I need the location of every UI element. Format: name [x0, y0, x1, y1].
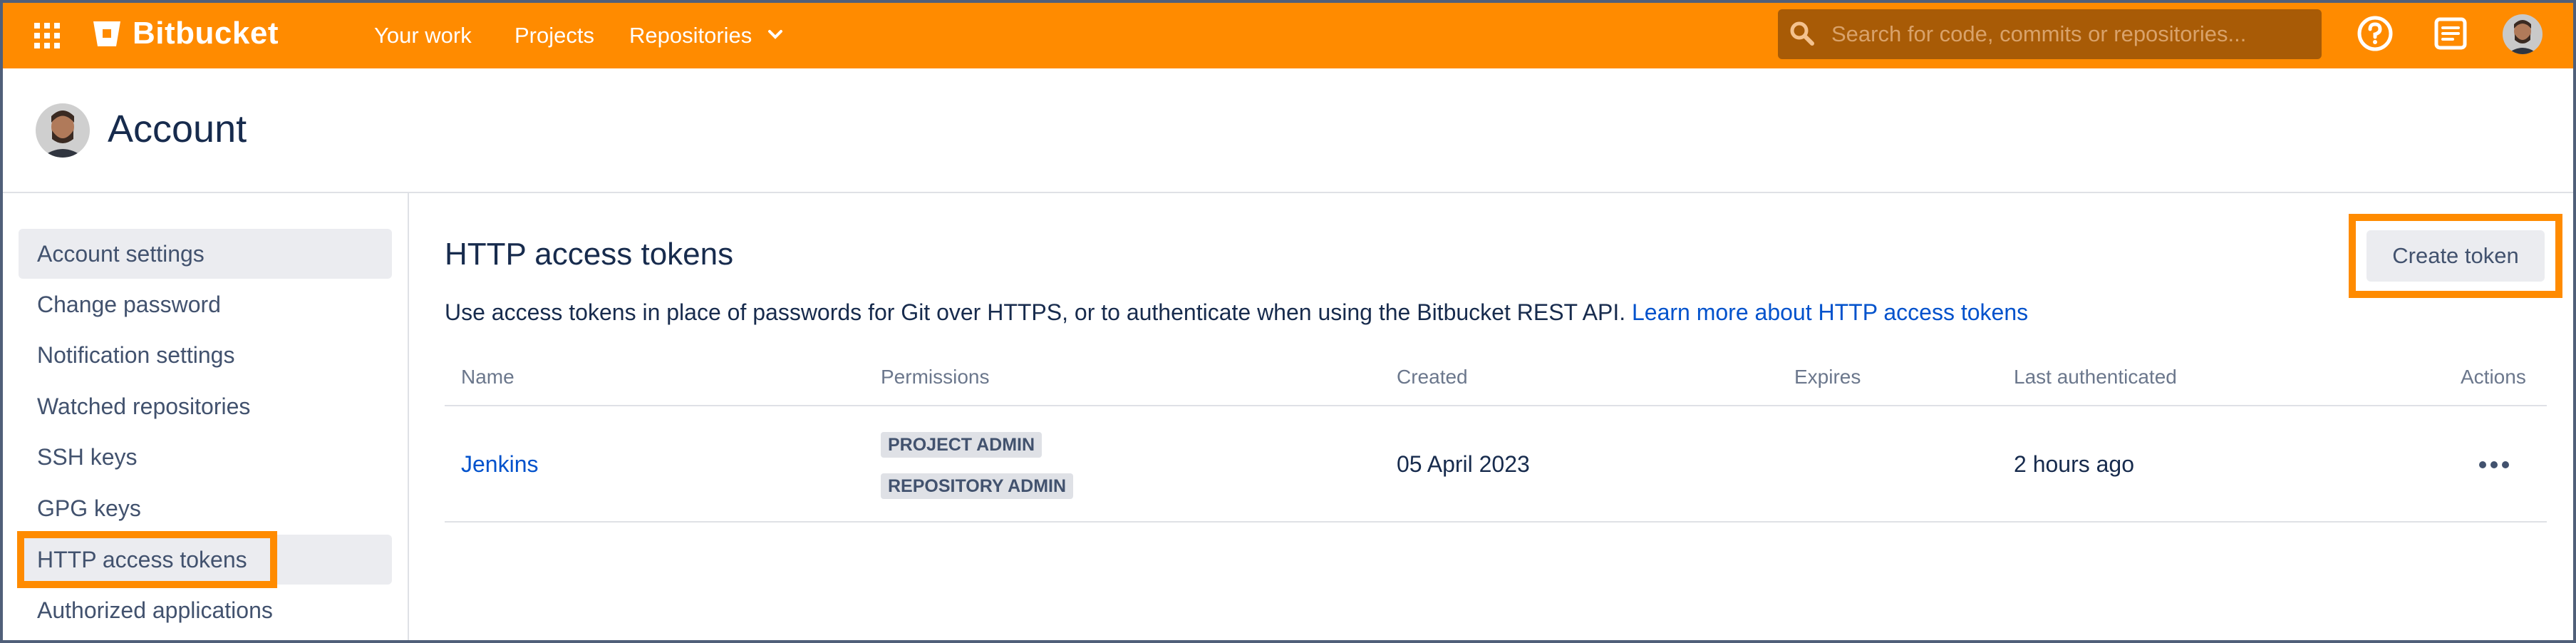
- sidebar-highlight-box: [17, 531, 277, 588]
- sidebar-item-ssh-keys[interactable]: SSH keys: [19, 432, 392, 482]
- column-header-name[interactable]: Name: [461, 366, 514, 389]
- bitbucket-logo[interactable]: Bitbucket: [91, 16, 279, 51]
- nav-repositories[interactable]: Repositories: [629, 23, 752, 48]
- sidebar-item-change-password[interactable]: Change password: [19, 279, 392, 329]
- column-header-last-authenticated[interactable]: Last authenticated: [2014, 366, 2177, 389]
- column-header-actions: Actions: [2461, 366, 2526, 388]
- page-title: Account: [108, 108, 247, 150]
- nav-projects[interactable]: Projects: [514, 23, 594, 48]
- apps-grid-icon[interactable]: [33, 21, 61, 50]
- bitbucket-logo-icon: [93, 21, 120, 46]
- page-header: [3, 68, 2573, 193]
- column-header-created[interactable]: Created: [1397, 366, 1468, 389]
- learn-more-link[interactable]: Learn more about HTTP access tokens: [1632, 299, 2028, 325]
- page-avatar: [36, 103, 90, 158]
- help-icon[interactable]: [2356, 14, 2394, 53]
- sidebar-item-notification-settings[interactable]: Notification settings: [19, 330, 392, 380]
- column-header-expires[interactable]: Expires: [1794, 366, 1861, 389]
- permission-badge: PROJECT ADMIN: [881, 432, 1043, 458]
- last-authenticated-value: 2 hours ago: [2014, 451, 2135, 477]
- section-description: Use access tokens in place of passwords …: [445, 299, 2028, 326]
- search-input[interactable]: [1831, 13, 2316, 56]
- main-content: [410, 193, 2573, 640]
- nav-your-work[interactable]: Your work: [374, 23, 472, 48]
- sidebar-item-authorized-applications[interactable]: Authorized applications: [19, 585, 392, 635]
- notes-icon[interactable]: [2431, 14, 2470, 53]
- created-date: 05 April 2023: [1397, 451, 1530, 477]
- search-icon: [1790, 21, 1814, 46]
- chevron-down-icon[interactable]: [767, 29, 784, 41]
- token-name-link[interactable]: Jenkins: [461, 451, 539, 478]
- description-text: Use access tokens in place of passwords …: [445, 299, 1626, 325]
- table-header-divider: [445, 405, 2547, 406]
- avatar[interactable]: [2503, 14, 2543, 54]
- sidebar-item-watched-repositories[interactable]: Watched repositories: [19, 381, 392, 431]
- brand-name: Bitbucket: [133, 16, 279, 51]
- permission-badge: REPOSITORY ADMIN: [881, 473, 1074, 499]
- sidebar-item-account-settings[interactable]: Account settings: [19, 229, 392, 279]
- create-token-button[interactable]: Create token: [2366, 230, 2545, 282]
- sidebar-item-gpg-keys[interactable]: GPG keys: [19, 483, 392, 533]
- table-row-divider: [445, 521, 2547, 523]
- more-actions-icon[interactable]: [2476, 456, 2512, 473]
- section-title: HTTP access tokens: [445, 237, 734, 272]
- column-header-permissions[interactable]: Permissions: [881, 366, 989, 389]
